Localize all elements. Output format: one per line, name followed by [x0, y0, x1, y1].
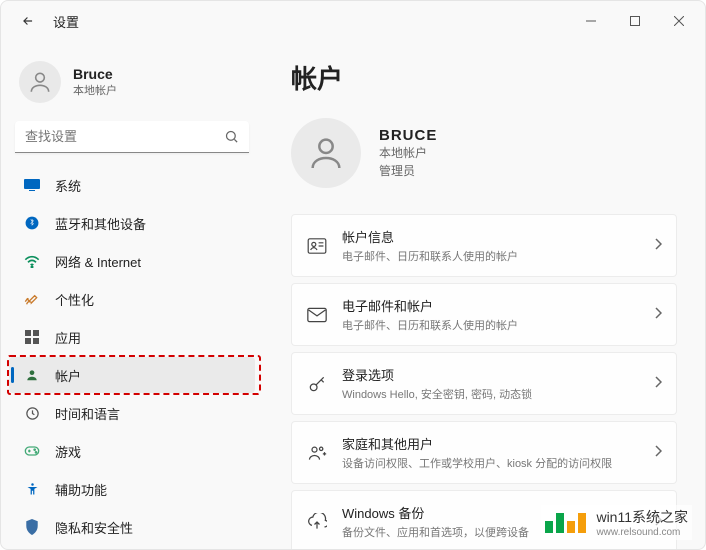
sidebar-item-label: 隐私和安全性: [55, 518, 133, 537]
person-icon: [27, 69, 53, 95]
search-icon: [224, 129, 239, 149]
watermark-url: www.relsound.com: [596, 527, 688, 538]
sidebar-item-label: 个性化: [55, 290, 94, 309]
card-body: 帐户信息 电子邮件、日历和联系人使用的帐户: [342, 227, 640, 264]
sidebar-item-personalization[interactable]: 个性化: [9, 281, 255, 317]
person-icon: [306, 133, 346, 173]
brush-icon: [23, 290, 41, 308]
shield-icon: [23, 518, 41, 536]
watermark-text: win11系统之家 www.relsound.com: [596, 507, 688, 538]
watermark-name: win11系统之家: [596, 507, 688, 527]
sidebar-user[interactable]: Bruce 本地帐户: [9, 55, 255, 117]
sidebar-item-label: 辅助功能: [55, 480, 107, 499]
sidebar-item-label: 游戏: [55, 442, 81, 461]
person-icon: [23, 366, 41, 384]
card-title: 电子邮件和帐户: [342, 296, 640, 315]
settings-window: 设置 Bruce 本地帐户: [0, 0, 706, 550]
card-title: 家庭和其他用户: [342, 434, 640, 453]
gamepad-icon: [23, 442, 41, 460]
profile-name: BRUCE: [379, 127, 437, 144]
card-title: 登录选项: [342, 365, 640, 384]
sidebar-nav: 系统 蓝牙和其他设备 网络 & Internet 个性化 应用: [9, 167, 255, 549]
sidebar-item-privacy[interactable]: 隐私和安全性: [9, 509, 255, 545]
maximize-button[interactable]: [613, 5, 657, 37]
sidebar-item-network[interactable]: 网络 & Internet: [9, 243, 255, 279]
sidebar-item-label: 帐户: [55, 366, 81, 385]
profile-row: BRUCE 本地帐户 管理员: [291, 118, 677, 188]
sidebar: Bruce 本地帐户 系统 蓝牙和其他设备: [1, 41, 263, 549]
sidebar-user-text: Bruce 本地帐户: [73, 66, 117, 98]
minimize-button[interactable]: [569, 5, 613, 37]
maximize-icon: [630, 16, 640, 26]
titlebar: 设置: [1, 1, 705, 41]
search-input[interactable]: [15, 121, 249, 153]
main-content: 帐户 BRUCE 本地帐户 管理员 帐户信息 电子邮件、日历和联系人使用的帐户: [263, 41, 705, 549]
titlebar-left: 设置: [17, 10, 79, 32]
sidebar-item-update[interactable]: Windows 更新: [9, 547, 255, 549]
accessibility-icon: [23, 480, 41, 498]
sidebar-item-gaming[interactable]: 游戏: [9, 433, 255, 469]
bluetooth-icon: [23, 214, 41, 232]
sidebar-item-label: 网络 & Internet: [55, 252, 141, 271]
card-sub: 电子邮件、日历和联系人使用的帐户: [342, 248, 640, 264]
close-button[interactable]: [657, 5, 701, 37]
card-body: 电子邮件和帐户 电子邮件、日历和联系人使用的帐户: [342, 296, 640, 333]
profile-role: 管理员: [379, 162, 437, 180]
sidebar-item-label: 蓝牙和其他设备: [55, 214, 146, 233]
close-icon: [674, 16, 684, 26]
sidebar-item-system[interactable]: 系统: [9, 167, 255, 203]
search-wrap: [15, 121, 249, 153]
card-account-info[interactable]: 帐户信息 电子邮件、日历和联系人使用的帐户: [291, 214, 677, 277]
card-signin-options[interactable]: 登录选项 Windows Hello, 安全密钥, 密码, 动态锁: [291, 352, 677, 415]
card-family-users[interactable]: 家庭和其他用户 设备访问权限、工作或学校用户、kiosk 分配的访问权限: [291, 421, 677, 484]
chevron-right-icon: [654, 237, 662, 255]
clock-icon: [23, 404, 41, 422]
people-add-icon: [306, 442, 328, 464]
sidebar-item-apps[interactable]: 应用: [9, 319, 255, 355]
window-controls: [569, 5, 701, 37]
sidebar-item-label: 应用: [55, 328, 81, 347]
wifi-icon: [23, 252, 41, 270]
sidebar-item-bluetooth[interactable]: 蓝牙和其他设备: [9, 205, 255, 241]
watermark: win11系统之家 www.relsound.com: [541, 505, 692, 540]
backup-icon: [306, 511, 328, 533]
card-body: 家庭和其他用户 设备访问权限、工作或学校用户、kiosk 分配的访问权限: [342, 434, 640, 471]
apps-icon: [23, 328, 41, 346]
sidebar-user-name: Bruce: [73, 66, 117, 82]
id-card-icon: [306, 235, 328, 257]
card-sub: 电子邮件、日历和联系人使用的帐户: [342, 317, 640, 333]
sidebar-item-accessibility[interactable]: 辅助功能: [9, 471, 255, 507]
profile-text: BRUCE 本地帐户 管理员: [379, 127, 437, 180]
sidebar-item-time-language[interactable]: 时间和语言: [9, 395, 255, 431]
key-icon: [306, 373, 328, 395]
sidebar-user-sub: 本地帐户: [73, 82, 117, 98]
avatar: [291, 118, 361, 188]
back-button[interactable]: [17, 10, 39, 32]
chevron-right-icon: [654, 444, 662, 462]
card-sub: Windows Hello, 安全密钥, 密码, 动态锁: [342, 386, 640, 402]
sidebar-item-label: 系统: [55, 176, 81, 195]
card-email-accounts[interactable]: 电子邮件和帐户 电子邮件、日历和联系人使用的帐户: [291, 283, 677, 346]
minimize-icon: [586, 16, 596, 26]
window-body: Bruce 本地帐户 系统 蓝牙和其他设备: [1, 41, 705, 549]
system-icon: [23, 176, 41, 194]
sidebar-item-label: 时间和语言: [55, 404, 120, 423]
avatar: [19, 61, 61, 103]
card-title: 帐户信息: [342, 227, 640, 246]
card-body: 登录选项 Windows Hello, 安全密钥, 密码, 动态锁: [342, 365, 640, 402]
profile-account-type: 本地帐户: [379, 144, 437, 162]
chevron-right-icon: [654, 375, 662, 393]
window-title: 设置: [53, 12, 79, 31]
watermark-logo-icon: [545, 513, 586, 533]
arrow-left-icon: [21, 14, 35, 28]
card-sub: 设备访问权限、工作或学校用户、kiosk 分配的访问权限: [342, 455, 640, 471]
page-title: 帐户: [291, 59, 677, 96]
settings-cards: 帐户信息 电子邮件、日历和联系人使用的帐户 电子邮件和帐户 电子邮件、日历和联系…: [291, 214, 677, 549]
mail-icon: [306, 304, 328, 326]
chevron-right-icon: [654, 306, 662, 324]
sidebar-item-accounts[interactable]: 帐户: [9, 357, 255, 393]
